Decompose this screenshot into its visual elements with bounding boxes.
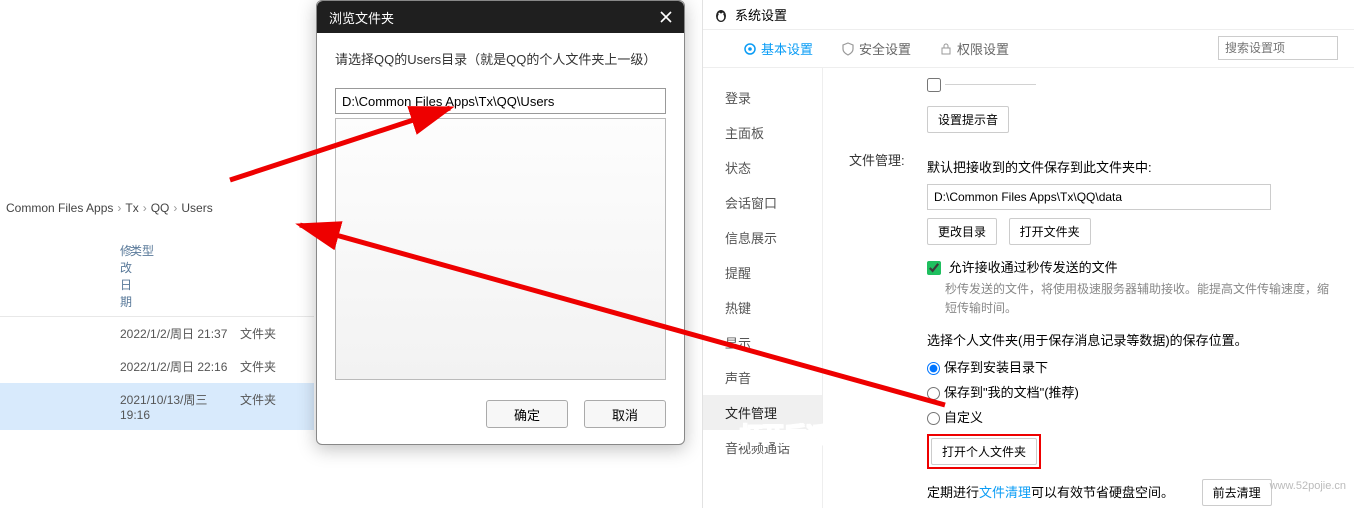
nav-display[interactable]: 显示 <box>703 325 822 360</box>
lock-icon <box>939 42 953 56</box>
tab-permission[interactable]: 权限设置 <box>939 39 1009 58</box>
breadcrumb-seg[interactable]: Common Files Apps <box>6 201 113 215</box>
cancel-button[interactable]: 取消 <box>584 400 666 428</box>
search-input[interactable] <box>1218 36 1338 60</box>
nav-login[interactable]: 登录 <box>703 80 822 115</box>
col-type[interactable]: 类型 <box>120 242 190 310</box>
folder-path-input[interactable] <box>335 88 666 114</box>
col-date[interactable]: 修改日期 <box>0 242 120 310</box>
default-path-hint: 默认把接收到的文件保存到此文件夹中: <box>927 157 1336 176</box>
tab-basic[interactable]: 基本设置 <box>743 39 813 58</box>
annotation-text: 打开后返回上一级 <box>740 418 916 450</box>
dialog-titlebar[interactable]: 浏览文件夹 <box>317 1 684 33</box>
nav-hotkey[interactable]: 热键 <box>703 290 822 325</box>
settings-tabs: 基本设置 安全设置 权限设置 <box>703 30 1354 68</box>
settings-titlebar[interactable]: 系统设置 <box>703 0 1354 30</box>
personal-folder-hint: 选择个人文件夹(用于保存消息记录等数据)的保存位置。 <box>927 330 1336 349</box>
settings-title: 系统设置 <box>735 5 787 24</box>
watermark: www.52pojie.cn <box>1270 480 1346 492</box>
open-folder-button[interactable]: 打开文件夹 <box>1009 218 1091 245</box>
radio-my-docs[interactable] <box>927 387 940 400</box>
top-checkbox[interactable] <box>927 78 941 92</box>
qq-icon <box>713 7 729 23</box>
table-row[interactable]: 2022/1/2/周日 21:37 文件夹 <box>0 317 314 350</box>
tab-security[interactable]: 安全设置 <box>841 39 911 58</box>
fast-help-text: 秒传发送的文件，将使用极速服务器辅助接收。能提高文件传输速度，缩短传输时间。 <box>945 280 1336 318</box>
breadcrumb[interactable]: Common Files Apps› Tx› QQ› Users <box>0 196 314 220</box>
table-row[interactable]: 2021/10/13/周三 19:16 文件夹 <box>0 383 314 430</box>
gear-icon <box>743 42 757 56</box>
nav-sound[interactable]: 声音 <box>703 360 822 395</box>
table-row[interactable]: 2022/1/2/周日 22:16 文件夹 <box>0 350 314 383</box>
nav-chat[interactable]: 会话窗口 <box>703 185 822 220</box>
radio-custom[interactable] <box>927 412 940 425</box>
folder-tree[interactable] <box>335 118 666 380</box>
go-cleanup-button[interactable]: 前去清理 <box>1202 479 1272 506</box>
chevron-right-icon: › <box>143 201 147 215</box>
dialog-hint: 请选择QQ的Users目录（就是QQ的个人文件夹上一级） <box>335 49 666 68</box>
nav-status[interactable]: 状态 <box>703 150 822 185</box>
chevron-right-icon: › <box>117 201 121 215</box>
dialog-title-text: 浏览文件夹 <box>329 8 394 27</box>
section-label: 文件管理: <box>849 150 905 169</box>
chevron-right-icon: › <box>173 201 177 215</box>
radio-install-dir[interactable] <box>927 362 940 375</box>
save-path-field[interactable] <box>927 184 1271 210</box>
shield-icon <box>841 42 855 56</box>
file-cleanup-link[interactable]: 文件清理 <box>979 485 1031 500</box>
set-hint-sound-button[interactable]: 设置提示音 <box>927 106 1009 133</box>
explorer-table: 修改日期 类型 2022/1/2/周日 21:37 文件夹 2022/1/2/周… <box>0 236 314 430</box>
allow-fast-checkbox[interactable] <box>927 261 941 275</box>
open-personal-folder-button[interactable]: 打开个人文件夹 <box>931 438 1037 465</box>
breadcrumb-seg[interactable]: QQ <box>151 201 170 215</box>
nav-remind[interactable]: 提醒 <box>703 255 822 290</box>
ok-button[interactable]: 确定 <box>486 400 568 428</box>
browse-folder-dialog: 浏览文件夹 请选择QQ的Users目录（就是QQ的个人文件夹上一级） 确定 取消 <box>316 0 685 445</box>
nav-info[interactable]: 信息展示 <box>703 220 822 255</box>
highlight-box: 打开个人文件夹 <box>927 434 1041 469</box>
nav-panel[interactable]: 主面板 <box>703 115 822 150</box>
breadcrumb-seg[interactable]: Tx <box>125 201 138 215</box>
breadcrumb-seg[interactable]: Users <box>181 201 212 215</box>
change-dir-button[interactable]: 更改目录 <box>927 218 997 245</box>
table-header: 修改日期 类型 <box>0 236 314 317</box>
close-icon[interactable] <box>656 7 676 27</box>
